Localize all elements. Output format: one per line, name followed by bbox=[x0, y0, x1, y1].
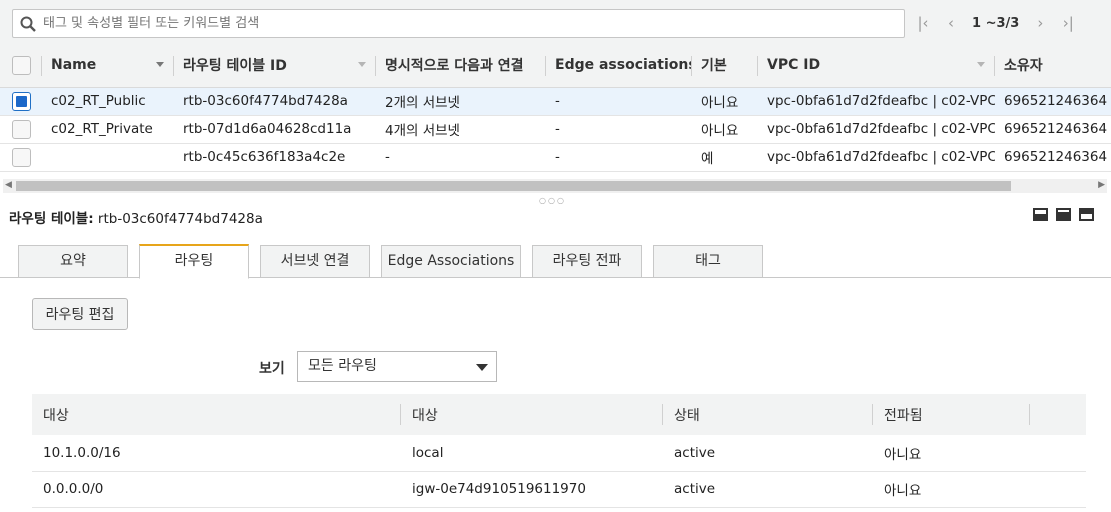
route-tables-table: Name 라우팅 테이블 ID 명시적으로 다음과 연결 Edge associ… bbox=[0, 44, 1111, 172]
row-edge: - bbox=[546, 143, 692, 172]
tab-routes[interactable]: 라우팅 bbox=[139, 244, 249, 279]
row-checkbox[interactable] bbox=[12, 91, 31, 111]
row-vpc-link[interactable]: vpc-0bfa61d7d2fdeafbc | c02-VPC bbox=[758, 143, 995, 172]
search-box[interactable] bbox=[12, 9, 905, 38]
column-header-owner[interactable]: 소유자 bbox=[995, 44, 1111, 88]
select-all-checkbox[interactable] bbox=[12, 55, 31, 75]
route-propagated: 아니요 bbox=[873, 435, 1030, 472]
table-row: 10.1.0.0/16 local active 아니요 bbox=[32, 435, 1086, 472]
page-range: 1 ~3/3 bbox=[972, 15, 1020, 31]
tab-summary[interactable]: 요약 bbox=[18, 245, 128, 278]
column-header-vpc-id[interactable]: VPC ID bbox=[758, 44, 995, 88]
scroll-left-icon[interactable]: ◀ bbox=[5, 180, 12, 190]
row-vpc-link[interactable]: vpc-0bfa61d7d2fdeafbc | c02-VPC bbox=[758, 87, 995, 116]
column-header-route-table-id[interactable]: 라우팅 테이블 ID bbox=[174, 44, 376, 88]
column-header-main[interactable]: 기본 bbox=[692, 44, 758, 88]
row-vpc-link[interactable]: vpc-0bfa61d7d2fdeafbc | c02-VPC bbox=[758, 115, 995, 144]
filter-bar: |‹ ‹ 1 ~3/3 › ›| bbox=[0, 0, 1111, 44]
search-input[interactable] bbox=[43, 13, 893, 34]
column-header-explicit-associations[interactable]: 명시적으로 다음과 연결 bbox=[376, 44, 546, 88]
row-route-table-id: rtb-07d1d6a04628cd11a bbox=[174, 115, 376, 144]
layout-small-icon[interactable] bbox=[1033, 208, 1048, 221]
scrollbar-thumb[interactable] bbox=[16, 181, 1011, 191]
table-row[interactable]: rtb-0c45c636f183a4c2e - - 예 vpc-0bfa61d7… bbox=[0, 143, 1111, 172]
view-select[interactable]: 모든 라우팅 bbox=[297, 351, 497, 382]
chevron-down-icon bbox=[476, 364, 488, 371]
route-destination: 10.1.0.0/16 bbox=[32, 435, 401, 472]
table-row[interactable]: c02_RT_Private rtb-07d1d6a04628cd11a 4개의… bbox=[0, 115, 1111, 144]
column-header-destination: 대상 bbox=[32, 394, 401, 435]
panel-resize-handle[interactable]: ○○○ bbox=[539, 196, 566, 205]
row-edge: - bbox=[546, 115, 692, 144]
table-row[interactable]: c02_RT_Public rtb-03c60f4774bd7428a 2개의 … bbox=[0, 87, 1111, 116]
row-checkbox[interactable] bbox=[12, 119, 31, 139]
row-main: 아니요 bbox=[692, 115, 758, 144]
row-main: 예 bbox=[692, 143, 758, 172]
panel-layout-controls bbox=[1033, 208, 1094, 221]
prev-page-icon[interactable]: ‹ bbox=[942, 14, 960, 32]
sort-icon[interactable] bbox=[977, 62, 985, 67]
row-edge: - bbox=[546, 87, 692, 116]
row-owner: 696521246364 bbox=[995, 87, 1111, 116]
last-page-icon[interactable]: ›| bbox=[1059, 14, 1077, 32]
row-name: c02_RT_Private bbox=[42, 115, 174, 144]
select-all-header[interactable] bbox=[0, 44, 42, 88]
row-owner: 696521246364 bbox=[995, 115, 1111, 144]
route-target: local bbox=[401, 435, 663, 472]
edit-routes-button[interactable]: 라우팅 편집 bbox=[32, 298, 128, 330]
row-route-table-id: rtb-03c60f4774bd7428a bbox=[174, 87, 376, 116]
route-propagated: 아니요 bbox=[873, 471, 1030, 508]
tab-route-propagation[interactable]: 라우팅 전파 bbox=[532, 245, 642, 278]
column-header-name[interactable]: Name bbox=[42, 44, 174, 88]
column-header-edge-associations[interactable]: Edge associations bbox=[546, 44, 692, 88]
row-route-table-id: rtb-0c45c636f183a4c2e bbox=[174, 143, 376, 172]
tab-subnet-associations[interactable]: 서브넷 연결 bbox=[260, 245, 370, 278]
row-name: c02_RT_Public bbox=[42, 87, 174, 116]
route-destination: 0.0.0.0/0 bbox=[32, 471, 401, 508]
pagination: |‹ ‹ 1 ~3/3 › ›| bbox=[914, 9, 1077, 37]
view-label: 보기 bbox=[259, 361, 285, 377]
sort-icon[interactable] bbox=[358, 62, 366, 67]
horizontal-scrollbar[interactable]: ◀ ▶ bbox=[3, 179, 1107, 193]
column-header-status: 상태 bbox=[663, 394, 873, 435]
sort-icon[interactable] bbox=[156, 62, 164, 67]
table-row: 0.0.0.0/0 igw-0e74d910519611970 active 아… bbox=[32, 471, 1086, 508]
row-subnets-link[interactable]: 2개의 서브넷 bbox=[376, 87, 546, 116]
row-name bbox=[42, 143, 174, 172]
detail-value: rtb-03c60f4774bd7428a bbox=[97, 211, 263, 227]
column-header-target: 대상 bbox=[401, 394, 663, 435]
route-status: active bbox=[663, 471, 873, 508]
route-status: active bbox=[663, 435, 873, 472]
detail-tabs: 요약 라우팅 서브넷 연결 Edge Associations 라우팅 전파 태… bbox=[0, 244, 1111, 279]
tab-edge-associations[interactable]: Edge Associations bbox=[381, 245, 521, 278]
row-subnets: - bbox=[376, 143, 546, 172]
first-page-icon[interactable]: |‹ bbox=[914, 14, 932, 32]
detail-label: 라우팅 테이블: bbox=[9, 211, 94, 227]
route-target-link[interactable]: igw-0e74d910519611970 bbox=[401, 471, 663, 508]
row-owner: 696521246364 bbox=[995, 143, 1111, 172]
scroll-right-icon[interactable]: ▶ bbox=[1098, 180, 1105, 190]
row-main: 아니요 bbox=[692, 87, 758, 116]
tab-tags[interactable]: 태그 bbox=[653, 245, 763, 278]
layout-large-icon[interactable] bbox=[1079, 208, 1094, 221]
layout-medium-icon[interactable] bbox=[1056, 208, 1071, 221]
search-icon bbox=[20, 16, 36, 32]
column-header-propagated: 전파됨 bbox=[873, 394, 1030, 435]
routes-table: 대상 대상 상태 전파됨 10.1.0.0/16 local active 아니… bbox=[32, 394, 1086, 508]
next-page-icon[interactable]: › bbox=[1031, 14, 1049, 32]
row-subnets-link[interactable]: 4개의 서브넷 bbox=[376, 115, 546, 144]
row-checkbox[interactable] bbox=[12, 147, 31, 167]
view-select-value: 모든 라우팅 bbox=[308, 358, 377, 374]
detail-title: 라우팅 테이블: rtb-03c60f4774bd7428a bbox=[9, 207, 263, 227]
